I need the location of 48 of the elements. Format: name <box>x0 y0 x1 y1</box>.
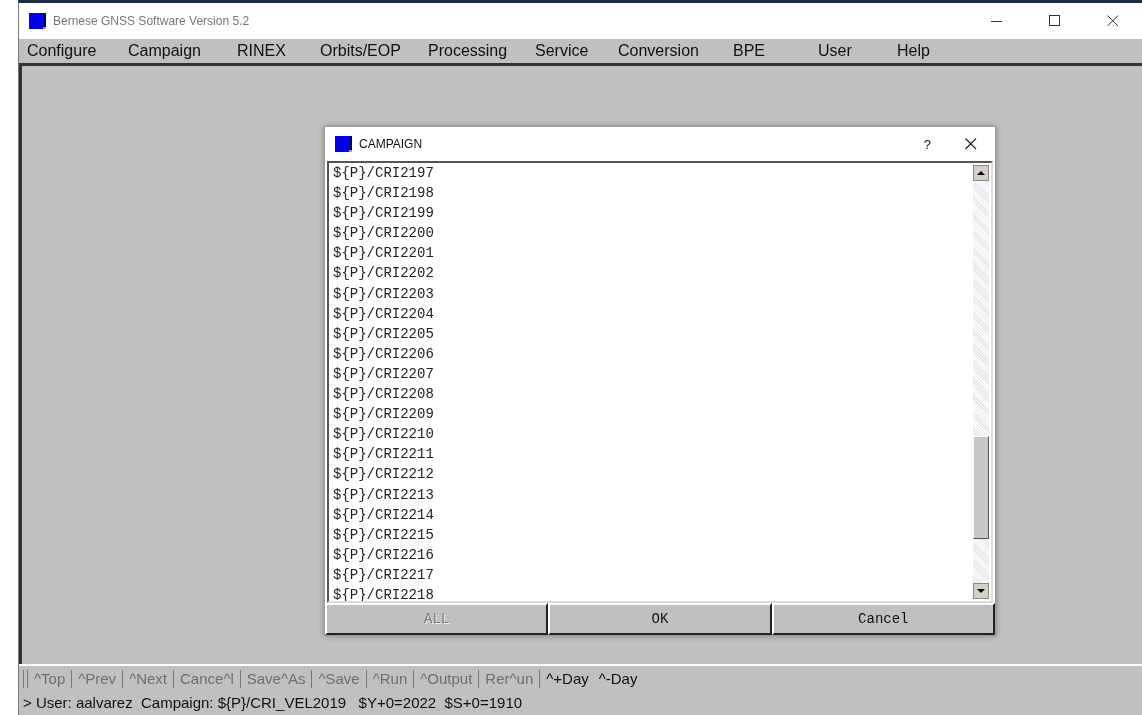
toolbar-button[interactable]: ^+Day <box>546 670 589 687</box>
list-item[interactable]: ${P}/CRI2213 <box>333 484 973 505</box>
close-icon[interactable] <box>965 138 977 150</box>
list-item[interactable]: ${P}/CRI2218 <box>333 584 973 601</box>
list-item[interactable]: ${P}/CRI2205 <box>333 323 973 344</box>
menu-item[interactable]: Conversion <box>618 42 733 60</box>
list-item[interactable]: ${P}/CRI2214 <box>333 504 973 525</box>
list-item[interactable]: ${P}/CRI2204 <box>333 303 973 324</box>
list-item[interactable]: ${P}/CRI2206 <box>333 343 973 364</box>
status-bar: > User: aalvarez Campaign: ${P}/CRI_VEL2019 $Y+0=2022 $S+0=1910 <box>19 691 1142 715</box>
maximize-icon[interactable] <box>1049 15 1061 27</box>
menu-item[interactable]: Configure <box>27 42 128 60</box>
list-item[interactable]: ${P}/CRI2209 <box>333 404 973 425</box>
list-item[interactable]: ${P}/CRI2197 <box>333 163 973 184</box>
dialog-button[interactable]: Cancel <box>771 603 995 635</box>
menu-item[interactable]: User <box>818 42 897 60</box>
list-item[interactable]: ${P}/CRI2216 <box>333 544 973 565</box>
app-icon <box>335 135 353 153</box>
list-item[interactable]: ${P}/CRI2203 <box>333 283 973 304</box>
menu-item[interactable]: Campaign <box>128 42 237 60</box>
menu-item[interactable]: Service <box>535 42 618 60</box>
window-title: Bernese GNSS Software Version 5.2 <box>53 14 250 28</box>
list-item[interactable]: ${P}/CRI2207 <box>333 363 973 385</box>
scroll-up-icon[interactable] <box>973 165 989 181</box>
dialog-title: CAMPAIGN <box>359 137 423 151</box>
dialog-button[interactable]: OK <box>548 603 772 635</box>
list-item[interactable]: ${P}/CRI2210 <box>333 424 973 445</box>
app-icon <box>29 12 47 30</box>
menu-item[interactable]: RINEX <box>237 42 320 60</box>
list-item[interactable]: ${P}/CRI2198 <box>333 183 973 204</box>
list-item[interactable]: ${P}/CRI2200 <box>333 223 973 244</box>
list-item[interactable]: ${P}/CRI2199 <box>333 203 973 224</box>
list-item[interactable]: ${P}/CRI2208 <box>333 384 973 405</box>
list-item[interactable]: ${P}/CRI2212 <box>333 464 973 485</box>
scroll-down-icon[interactable] <box>973 583 989 599</box>
menu-item[interactable]: Help <box>897 42 967 60</box>
close-icon[interactable] <box>1107 15 1119 27</box>
list-item[interactable]: ${P}/CRI2201 <box>333 243 973 264</box>
menu-item[interactable]: Processing <box>428 42 535 60</box>
scroll-thumb[interactable] <box>973 436 989 539</box>
list-item[interactable]: ${P}/CRI2211 <box>333 444 973 465</box>
list-item[interactable]: ${P}/CRI2215 <box>333 524 973 545</box>
list-item[interactable]: ${P}/CRI2202 <box>333 263 973 284</box>
menu-item[interactable]: BPE <box>733 42 818 60</box>
help-button[interactable]: ? <box>923 136 931 152</box>
toolbar-button[interactable]: ^-Day <box>598 670 638 687</box>
menu-item[interactable]: Orbits/EOP <box>320 42 428 60</box>
list-item[interactable]: ${P}/CRI2217 <box>333 564 973 585</box>
